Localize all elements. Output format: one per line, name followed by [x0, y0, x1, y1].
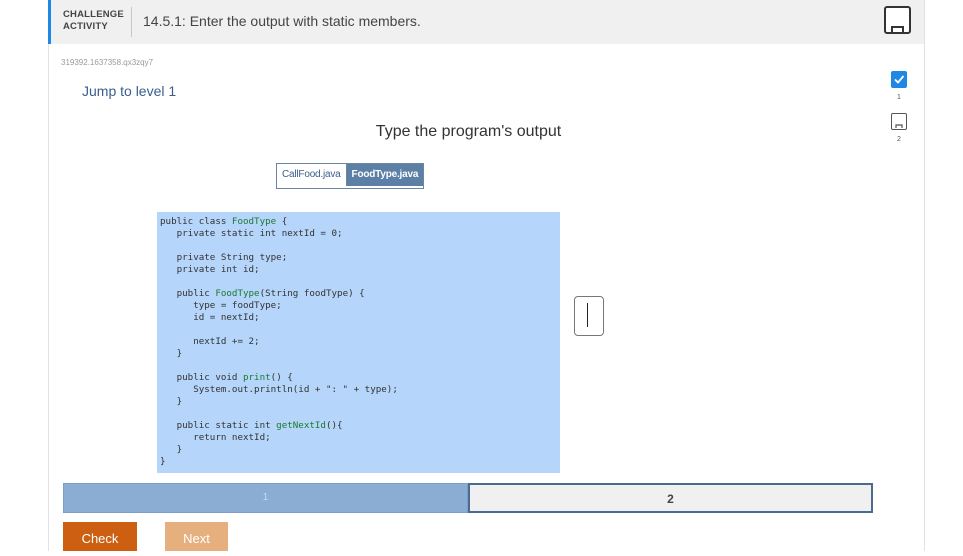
jump-to-level-link[interactable]: Jump to level 1 [82, 83, 176, 99]
file-tabs: CallFood.java FoodType.java [276, 163, 425, 189]
header-accent-bar [48, 0, 51, 44]
code-line: public FoodType(String foodType) { [160, 288, 365, 299]
completion-status-icon [884, 6, 911, 34]
empty-box-icon [891, 113, 907, 130]
code-line: private int id; [160, 264, 260, 275]
code-line: } [160, 456, 166, 467]
activity-type-line1: CHALLENGE [63, 9, 124, 20]
program-output-input[interactable] [574, 296, 604, 336]
code-line: System.out.println(id + ": " + type); [160, 384, 398, 395]
code-line: public class FoodType { [160, 216, 288, 227]
activity-type-line2: ACTIVITY [63, 21, 108, 32]
text-caret [587, 303, 588, 327]
next-button[interactable]: Next [165, 522, 228, 551]
activity-header: CHALLENGE ACTIVITY 14.5.1: Enter the out… [48, 0, 924, 44]
activity-title: 14.5.1: Enter the output with static mem… [143, 13, 421, 29]
tab-callfood-java[interactable]: CallFood.java [277, 164, 347, 186]
code-panel: public class FoodType { private static i… [157, 212, 560, 473]
code-line: nextId += 2; [160, 336, 260, 347]
instructions-label: Type the program's output [375, 123, 562, 140]
code-line: return nextId; [160, 432, 271, 443]
code-line: } [160, 348, 183, 359]
progress-level-2[interactable]: 2 [468, 483, 873, 513]
code-line: } [160, 444, 183, 455]
code-line: private static int nextId = 0; [160, 228, 343, 239]
activity-type-label: CHALLENGE ACTIVITY [63, 9, 124, 33]
tab-foodtype-java[interactable]: FoodType.java [346, 164, 424, 186]
level-nav-number: 1 [897, 94, 901, 101]
completion-box-icon [891, 26, 904, 32]
check-button[interactable]: Check [63, 522, 137, 551]
check-icon [891, 71, 907, 88]
progress-level-1[interactable]: 1 [63, 483, 468, 513]
activity-id: 319392.1637358.qx3zqy7 [61, 58, 154, 67]
code-block: public class FoodType { private static i… [160, 216, 398, 468]
code-line: id = nextId; [160, 312, 260, 323]
code-line: private String type; [160, 252, 288, 263]
code-line: type = foodType; [160, 300, 282, 311]
level-nav-number: 2 [897, 136, 901, 143]
code-line: } [160, 396, 183, 407]
instructions-text: Type the program's output [0, 123, 963, 141]
code-line: public static int getNextId(){ [160, 420, 343, 431]
code-line: public void print() { [160, 372, 293, 383]
level-progress-bar: 1 2 [63, 483, 873, 513]
header-divider [131, 7, 132, 37]
